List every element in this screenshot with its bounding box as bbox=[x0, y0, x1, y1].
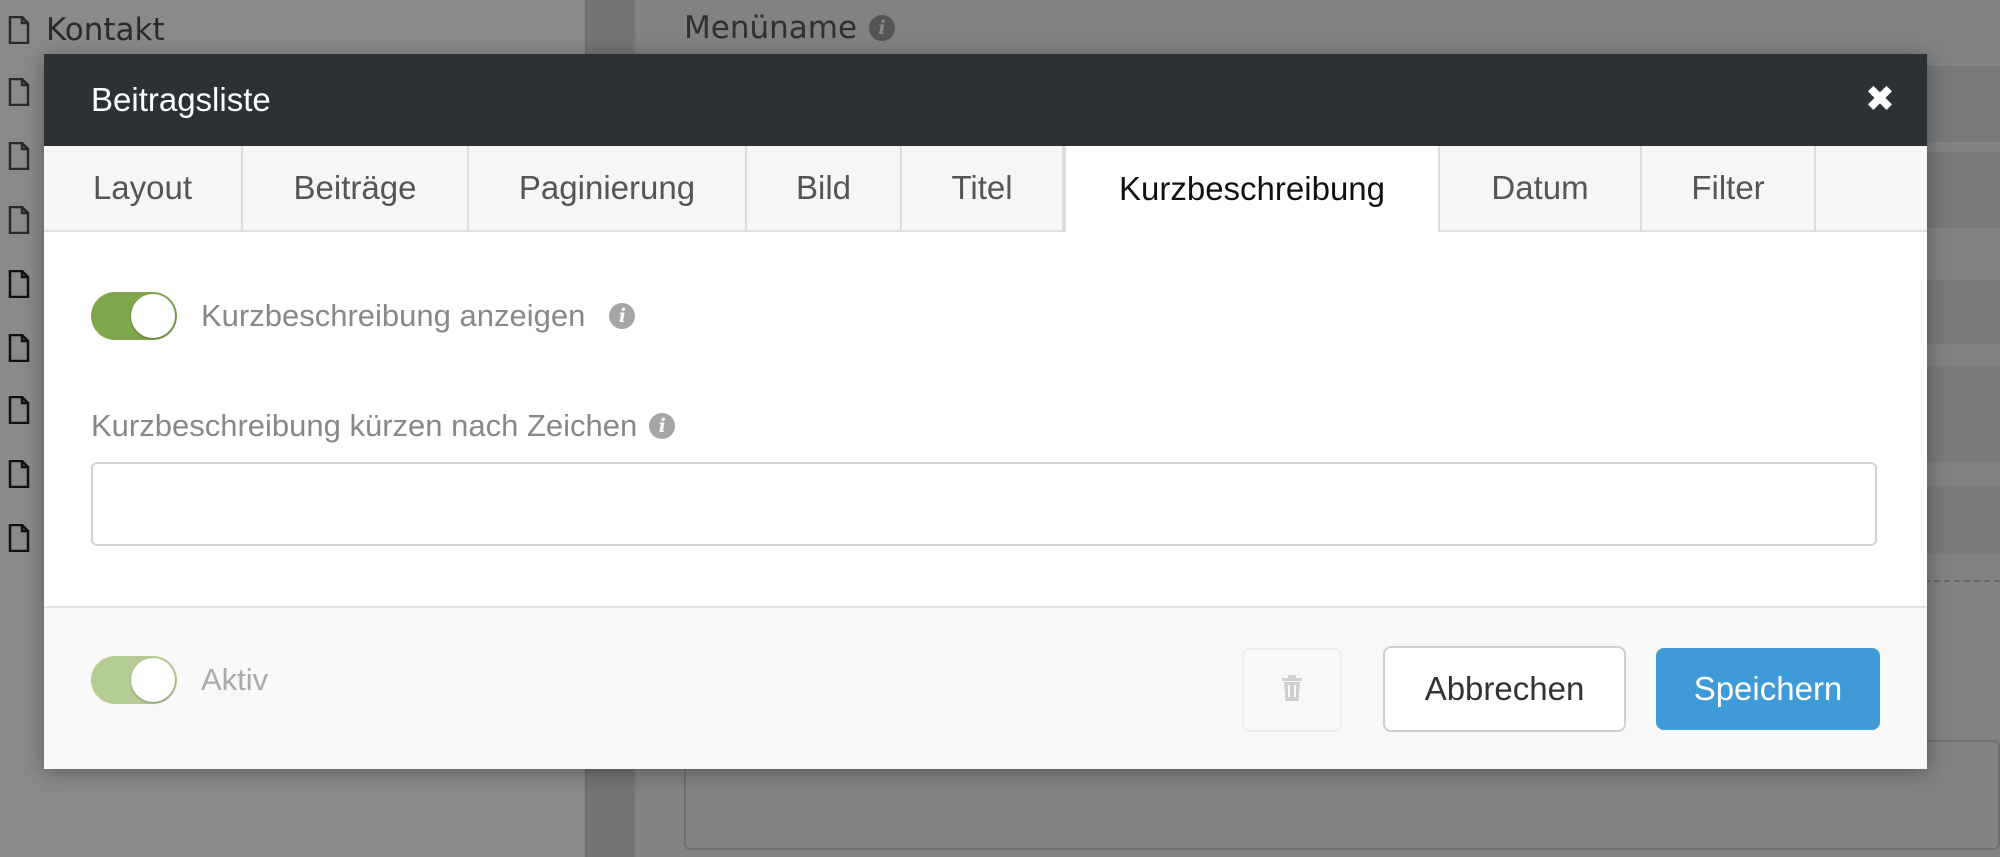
sidebar-item[interactable] bbox=[8, 142, 30, 170]
modal-header: Beitragsliste ✖ bbox=[44, 54, 1927, 146]
tab-paginierung[interactable]: Paginierung bbox=[469, 146, 747, 230]
modal-footer: Aktiv Abbrechen Speichern bbox=[44, 606, 1927, 769]
toggle-knob bbox=[131, 294, 175, 338]
background-input bbox=[1927, 66, 2000, 142]
field-label-text: Menüname bbox=[684, 10, 858, 46]
file-icon bbox=[8, 78, 30, 106]
trash-icon bbox=[1280, 674, 1304, 706]
sidebar-item-kontakt[interactable]: Kontakt bbox=[8, 12, 165, 48]
file-icon bbox=[8, 334, 30, 362]
tab-beitraege[interactable]: Beiträge bbox=[243, 146, 469, 230]
file-icon bbox=[8, 524, 30, 552]
sidebar-item[interactable] bbox=[8, 460, 30, 488]
background-row bbox=[1927, 280, 2000, 344]
tab-bar: Layout Beiträge Paginierung Bild Titel K… bbox=[44, 146, 1927, 232]
tab-kurzbeschreibung[interactable]: Kurzbeschreibung bbox=[1064, 146, 1440, 232]
sidebar-item[interactable] bbox=[8, 334, 30, 362]
file-icon bbox=[8, 206, 30, 234]
info-icon[interactable]: i bbox=[609, 303, 636, 329]
sidebar-item[interactable] bbox=[8, 270, 30, 298]
truncate-chars-input[interactable] bbox=[91, 462, 1877, 546]
toggle-knob bbox=[131, 658, 175, 702]
sidebar-item[interactable] bbox=[8, 396, 30, 424]
sidebar-item[interactable] bbox=[8, 78, 30, 106]
truncate-label-row: Kurzbeschreibung kürzen nach Zeichen i bbox=[91, 408, 676, 444]
delete-button[interactable] bbox=[1242, 648, 1342, 732]
info-icon: i bbox=[869, 15, 896, 41]
save-button[interactable]: Speichern bbox=[1656, 648, 1880, 730]
file-icon bbox=[8, 142, 30, 170]
tab-titel[interactable]: Titel bbox=[902, 146, 1064, 230]
tab-bild[interactable]: Bild bbox=[747, 146, 902, 230]
truncate-label: Kurzbeschreibung kürzen nach Zeichen bbox=[91, 408, 638, 443]
close-icon[interactable]: ✖ bbox=[1865, 82, 1895, 118]
tab-filter[interactable]: Filter bbox=[1642, 146, 1816, 230]
file-icon bbox=[8, 396, 30, 424]
show-excerpt-toggle[interactable] bbox=[91, 292, 177, 340]
tab-datum[interactable]: Datum bbox=[1440, 146, 1642, 230]
sidebar-item[interactable] bbox=[8, 206, 30, 234]
modal-dialog: Beitragsliste ✖ Layout Beiträge Paginier… bbox=[44, 54, 1927, 769]
cancel-button[interactable]: Abbrechen bbox=[1383, 646, 1626, 732]
modal-title: Beitragsliste bbox=[91, 81, 271, 118]
show-excerpt-label: Kurzbeschreibung anzeigen bbox=[201, 298, 586, 333]
sidebar-item-label: Kontakt bbox=[46, 12, 165, 48]
background-row bbox=[1927, 366, 2000, 462]
file-icon bbox=[8, 460, 30, 488]
background-row bbox=[1927, 486, 2000, 554]
active-toggle[interactable] bbox=[91, 656, 177, 704]
sidebar-item[interactable] bbox=[8, 524, 30, 552]
tab-layout[interactable]: Layout bbox=[44, 146, 243, 230]
active-row: Aktiv bbox=[91, 656, 268, 704]
modal-body: Kurzbeschreibung anzeigen i Kurzbeschrei… bbox=[44, 232, 1927, 608]
file-icon bbox=[8, 16, 30, 44]
background-field-label: Menüname i bbox=[684, 10, 896, 46]
info-icon[interactable]: i bbox=[649, 413, 676, 439]
show-excerpt-row: Kurzbeschreibung anzeigen i bbox=[91, 292, 636, 340]
file-icon bbox=[8, 270, 30, 298]
background-input bbox=[1927, 152, 2000, 228]
active-label: Aktiv bbox=[201, 662, 269, 697]
